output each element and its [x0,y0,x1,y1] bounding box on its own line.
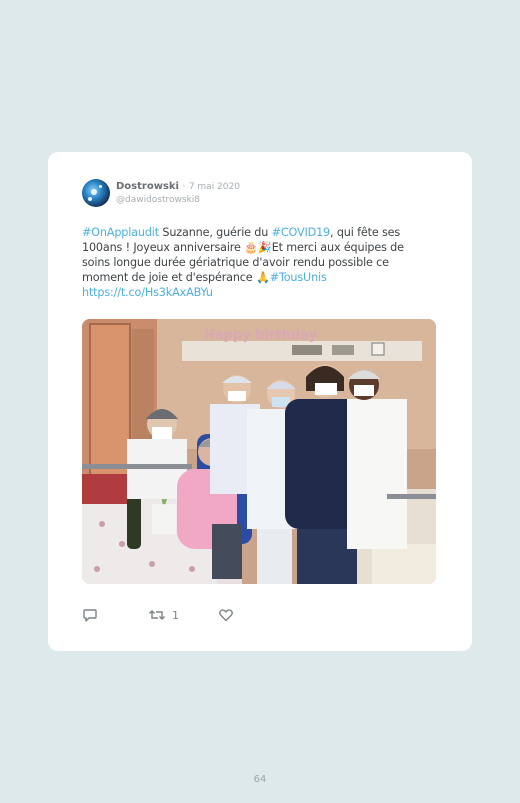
reply-button[interactable] [82,606,98,624]
author-name[interactable]: Dostrowski [116,181,179,192]
reply-icon [83,609,97,622]
author-line: Dostrowski · 7 mai 2020 [116,181,240,192]
hashtag-covid19[interactable]: #COVID19 [272,226,331,239]
tweet-link[interactable]: https://t.co/Hs3kAxABYu [82,286,213,299]
tweet-photo-illustration: Happy birthday [82,319,436,584]
pray-emoji: 🙏 [255,271,270,284]
tweet-photo[interactable]: Happy birthday [82,319,436,584]
page-number: 64 [253,774,267,785]
tweet-text: #OnApplaudit Suzanne, guérie du #COVID19… [82,225,434,300]
tweet-date[interactable]: 7 mai 2020 [189,182,240,192]
separator: · [182,182,186,192]
tweet-actions: 1 [82,606,382,624]
tweet-card: Dostrowski · 7 mai 2020 @dawidostrowski8… [48,152,472,651]
banner-text: Happy birthday [204,328,318,343]
retweet-icon [149,610,165,620]
like-button[interactable] [218,606,234,624]
hashtag-tousunis[interactable]: #TousUnis [270,271,327,284]
retweet-button[interactable]: 1 [148,606,179,624]
author-handle[interactable]: @dawidostrowski8 [116,195,200,205]
cake-party-emoji: 🎂🎉 [244,241,272,254]
retweet-count: 1 [172,608,179,622]
heart-icon [219,609,233,622]
hashtag-onapplaudit[interactable]: #OnApplaudit [82,226,159,239]
tweet-text-part: Suzanne, guérie du [158,226,272,239]
avatar[interactable] [82,179,110,207]
